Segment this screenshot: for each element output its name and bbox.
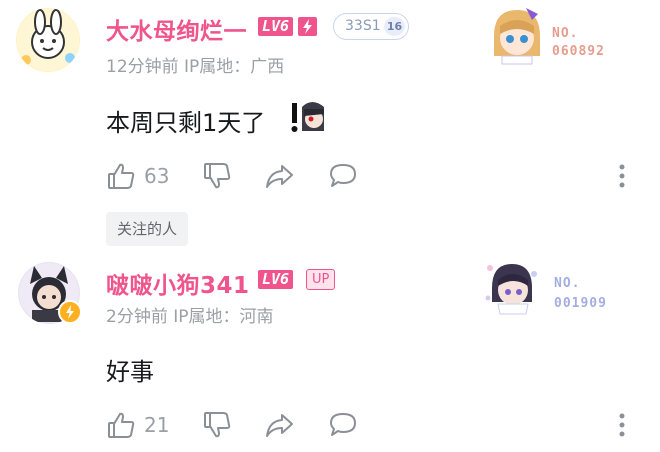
more-button[interactable] bbox=[616, 160, 628, 192]
dislike-button[interactable] bbox=[202, 160, 232, 192]
medal-level: 16 bbox=[384, 17, 405, 36]
avatar[interactable] bbox=[16, 8, 80, 72]
reply-button[interactable] bbox=[328, 160, 358, 192]
action-bar: 63 bbox=[106, 160, 646, 192]
username[interactable]: 大水母绚烂一 bbox=[106, 12, 247, 46]
followed-tag: 关注的人 bbox=[106, 212, 189, 246]
comment-text-content: 本周只剩1天了 bbox=[106, 109, 266, 137]
medal-name: 33S1 bbox=[345, 18, 381, 34]
comment-item: 大水母绚烂一 LV6 33S1 16 12分钟前 IP属地：广西 NO. 060… bbox=[0, 0, 660, 246]
share-icon bbox=[264, 161, 296, 191]
like-button[interactable]: 21 bbox=[106, 409, 169, 441]
like-count: 21 bbox=[144, 413, 170, 437]
up-badge: UP bbox=[306, 269, 336, 290]
collection-card[interactable]: NO. 001909 bbox=[480, 254, 610, 318]
level-badge: LV6 bbox=[258, 17, 294, 36]
comment-text: 好事 bbox=[106, 358, 154, 386]
thumb-up-icon bbox=[106, 161, 136, 191]
reply-icon bbox=[328, 410, 358, 440]
verified-icon bbox=[58, 300, 82, 324]
card-no-label: NO. bbox=[554, 276, 581, 291]
card-no-label: NO. bbox=[552, 26, 579, 41]
comment-meta: 2分钟前 IP属地：河南 bbox=[106, 307, 274, 327]
comment-text: 本周只剩1天了 bbox=[106, 103, 265, 137]
thumb-down-icon bbox=[202, 410, 232, 440]
action-bar: 21 bbox=[106, 409, 646, 441]
comment-item: 啵啵小狗341 LV6 UP 2分钟前 IP属地：河南 NO. 001909 好… bbox=[0, 252, 660, 452]
more-button[interactable] bbox=[616, 409, 628, 441]
comment-meta: 12分钟前 IP属地：广西 bbox=[106, 57, 285, 77]
collection-card[interactable]: NO. 060892 bbox=[488, 6, 618, 70]
share-icon bbox=[264, 410, 296, 440]
card-no: 001909 bbox=[554, 296, 607, 311]
share-button[interactable] bbox=[264, 409, 296, 441]
card-avatar bbox=[480, 254, 544, 318]
thumb-down-icon bbox=[202, 161, 232, 191]
like-count: 63 bbox=[144, 164, 170, 188]
more-icon bbox=[616, 411, 628, 439]
more-icon bbox=[616, 162, 628, 190]
level-badge: LV6 bbox=[258, 270, 294, 289]
share-button[interactable] bbox=[264, 160, 296, 192]
lightning-icon bbox=[298, 17, 317, 36]
card-avatar bbox=[488, 6, 546, 66]
thumb-up-icon bbox=[106, 410, 136, 440]
reply-button[interactable] bbox=[328, 409, 358, 441]
username[interactable]: 啵啵小狗341 bbox=[106, 266, 250, 300]
like-button[interactable]: 63 bbox=[106, 160, 169, 192]
card-no: 060892 bbox=[552, 44, 605, 59]
fan-medal[interactable]: 33S1 16 bbox=[333, 13, 409, 40]
reply-icon bbox=[328, 161, 358, 191]
dislike-button[interactable] bbox=[202, 409, 232, 441]
emoji-sticker bbox=[288, 97, 328, 137]
